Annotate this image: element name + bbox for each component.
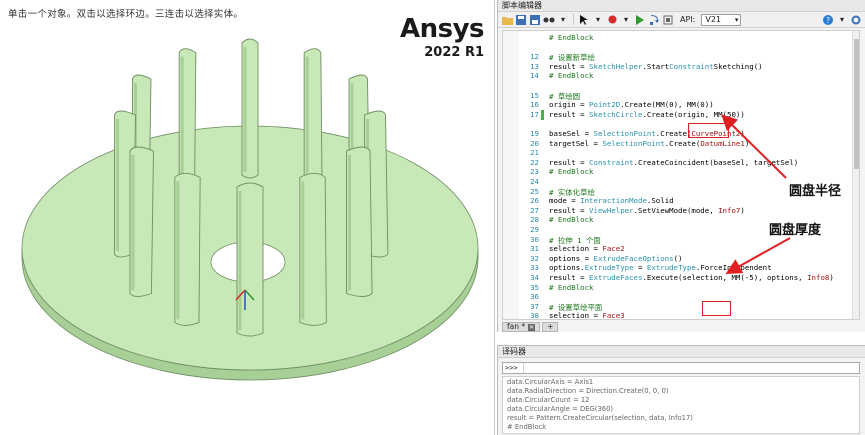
api-version-select[interactable]: V21 ▾ <box>701 13 742 26</box>
line-text: result = Constraint.CreateCoincident(bas… <box>549 157 799 167</box>
chevron-down-icon[interactable]: ▾ <box>592 14 604 26</box>
line-number: 19 <box>530 129 539 138</box>
line-number: 33 <box>530 263 539 273</box>
line-number: 29 <box>530 225 539 234</box>
line-text: selection = Face3 <box>549 311 625 320</box>
save-as-icon[interactable] <box>529 14 541 26</box>
line-text: mode = InteractionMode.Solid <box>549 196 674 206</box>
radius-annotation-label: 圆盘半径 <box>789 184 842 199</box>
line-text: origin = Point2D.Create(MM(0), MM(0)) <box>549 100 714 110</box>
line-number: 14 <box>530 71 539 81</box>
settings-icon[interactable] <box>850 14 862 26</box>
breakpoint-icon[interactable] <box>606 14 618 26</box>
line-text: options.ExtrudeType = ExtrudeType.ForceI… <box>549 263 772 273</box>
scrollbar-thumb[interactable] <box>854 39 859 169</box>
line-text: # EndBlock <box>549 215 594 225</box>
line-number: 25 <box>530 186 539 196</box>
tab-new[interactable]: + <box>542 322 559 332</box>
stop-icon[interactable] <box>662 14 674 26</box>
line-number: 38 <box>530 311 539 320</box>
code-editor[interactable]: # EndBlock 12 # 设置新草绘 13 result = SketchHelp… <box>502 30 860 320</box>
line-number: 37 <box>530 301 539 311</box>
line-text: result = SketchCircle.Create(origin, MM(… <box>549 109 745 119</box>
line-number: 31 <box>530 244 539 254</box>
svg-text:?: ? <box>826 16 830 25</box>
line-number: 22 <box>530 157 539 167</box>
line-text: result = ViewHelper.SetViewMode(mode, In… <box>549 205 745 215</box>
line-text: # EndBlock <box>549 167 594 177</box>
tab-fan-label: fan * <box>507 322 526 331</box>
step-icon[interactable] <box>648 14 660 26</box>
thickness-annotation-label: 圆盘厚度 <box>769 223 822 238</box>
line-number: 32 <box>530 253 539 263</box>
help-icon[interactable]: ? <box>822 14 834 26</box>
chevron-down-icon[interactable]: ▾ <box>557 14 569 26</box>
output-line: result = Pattern.CreateCircular(selectio… <box>507 414 693 422</box>
line-number: 23 <box>530 167 539 177</box>
run-icon[interactable] <box>634 14 646 26</box>
api-version-value: V21 <box>705 14 722 24</box>
output-line: data.CircularAngle = DEG(360) <box>507 405 614 413</box>
line-number: 20 <box>530 138 539 148</box>
editor-scrollbar[interactable] <box>852 31 859 319</box>
interpreter-prompt: >>> <box>505 364 518 372</box>
editor-toolbar: ▾ ▾ ▾ API: V21 ▾ ? ▾ <box>498 12 865 28</box>
radius-highlight-box <box>688 123 729 138</box>
change-marker <box>541 109 544 120</box>
output-line: data.CircularCount = 12 <box>507 396 590 404</box>
line-number: 34 <box>530 273 539 282</box>
line-text: options = ExtrudeFaceOptions() <box>549 253 683 263</box>
output-line: # EndBlock <box>507 423 547 431</box>
line-number: 21 <box>530 148 539 158</box>
output-line: data.CircularAxis = Axis1 <box>507 378 594 386</box>
interpreter-input-caret <box>523 363 524 373</box>
cursor-icon[interactable] <box>578 14 590 26</box>
line-number: 17 <box>530 109 539 119</box>
line-number: 30 <box>530 234 539 244</box>
toolbar-divider <box>573 14 574 25</box>
script-editor-title: 脚本编辑器 <box>498 0 865 12</box>
output-line: data.RadialDirection = Direction.Create(… <box>507 387 669 395</box>
close-icon[interactable]: ✕ <box>528 323 536 331</box>
tab-new-label: + <box>547 322 554 331</box>
save-icon[interactable] <box>515 14 527 26</box>
line-text: result = SketchHelper.StartConstraintSke… <box>549 61 763 71</box>
line-text: targetSel = SelectionPoint.Create(DatumL… <box>549 138 750 148</box>
interpreter-title: 译码器 <box>498 346 865 358</box>
open-folder-icon[interactable] <box>501 14 513 26</box>
line-number: 15 <box>530 90 539 100</box>
interpreter-panel: 译码器 >>> data.CircularAxis = Axis1 data.Ra… <box>497 345 865 435</box>
line-text: # EndBlock <box>549 71 594 81</box>
line-number: 16 <box>530 100 539 110</box>
thickness-highlight-box <box>702 301 731 316</box>
line-number: 27 <box>530 205 539 215</box>
line-text: # EndBlock <box>549 282 594 292</box>
chevron-down-icon: ▾ <box>734 15 739 24</box>
line-number: 36 <box>530 292 539 302</box>
interpreter-output: data.CircularAxis = Axis1 data.RadialDire… <box>502 376 860 434</box>
line-text: result = ExtrudeFaces.Execute(selection,… <box>549 273 834 282</box>
chevron-down-icon[interactable]: ▾ <box>836 14 848 26</box>
tab-fan[interactable]: fan * ✕ <box>502 322 541 332</box>
api-label: API: <box>680 15 696 24</box>
line-text: selection = Face2 <box>549 244 625 254</box>
3d-viewport[interactable]: 单击一个对象。双击以选择环边。三连击以选择实体。 Ansys 2022 R1 <box>0 0 495 435</box>
chevron-down-icon[interactable]: ▾ <box>620 14 632 26</box>
line-text: # EndBlock <box>549 33 594 42</box>
line-number: 13 <box>530 61 539 71</box>
line-number: 12 <box>530 52 539 62</box>
editor-tabs: fan * ✕ + <box>502 322 559 332</box>
line-number: 26 <box>530 196 539 206</box>
script-editor-panel: 脚本编辑器 ▾ ▾ ▾ API: V21 ▾ ? ▾ # EndBlock 12 # … <box>497 0 865 332</box>
line-number: 28 <box>530 215 539 225</box>
line-number: 24 <box>530 177 539 186</box>
fan-model[interactable] <box>0 0 495 435</box>
record-icon[interactable] <box>543 14 555 26</box>
interpreter-input[interactable]: >>> <box>502 362 860 374</box>
code-line: 38 selection = Face3 <box>503 311 859 320</box>
line-number: 35 <box>530 282 539 292</box>
